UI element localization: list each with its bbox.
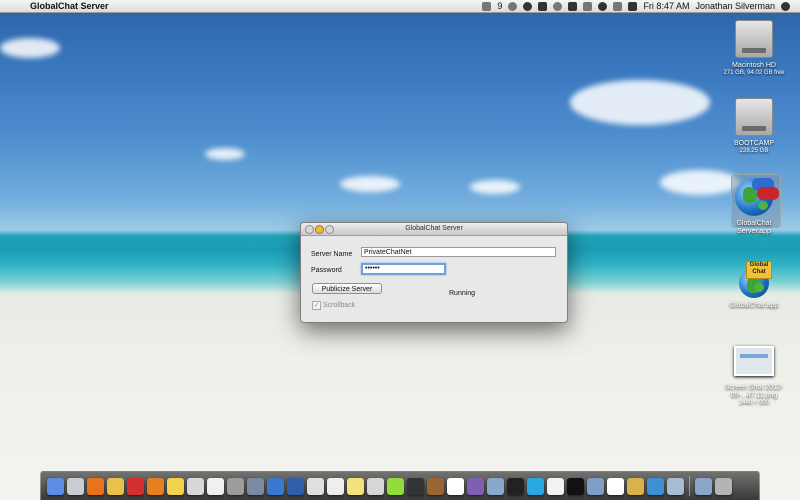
- status-icon[interactable]: [482, 1, 492, 11]
- folder2-icon[interactable]: [667, 477, 684, 495]
- dropbox-icon[interactable]: [523, 1, 533, 11]
- desktop-item-label: BOOTCAMP: [733, 140, 775, 147]
- close-button[interactable]: [305, 225, 314, 234]
- terminal-icon[interactable]: [567, 477, 584, 495]
- gear-icon[interactable]: [227, 477, 244, 495]
- dock: [40, 471, 760, 500]
- chrome-icon[interactable]: [107, 477, 124, 495]
- desktop-item-bootcamp[interactable]: BOOTCAMP 228.25 GB: [709, 98, 799, 155]
- badge-count[interactable]: 9: [497, 0, 502, 12]
- activity-icon[interactable]: [607, 477, 624, 495]
- scrollback-checkbox-row[interactable]: ✓ Scrollback: [312, 301, 355, 310]
- publicize-server-button[interactable]: Publicize Server: [312, 283, 382, 294]
- server-name-label: Server Name: [311, 251, 353, 258]
- cloud: [205, 148, 245, 160]
- menu-extras: 9 Fri 8:47 AM Jonathan Silverman: [482, 0, 790, 12]
- clock[interactable]: Fri 8:47 AM: [643, 0, 689, 12]
- desktop-item-sub: 1440 × 900: [738, 400, 770, 406]
- bluetooth-icon[interactable]: [583, 1, 593, 11]
- s-app-icon[interactable]: [127, 477, 144, 495]
- game-icon[interactable]: [427, 477, 444, 495]
- folder-icon[interactable]: [247, 477, 264, 495]
- desktop-item-label: Screen Shot 2012-09-...47.11.png: [724, 384, 784, 399]
- globe2-icon[interactable]: [647, 477, 664, 495]
- desktop-item-label: GlobalChat Server.app: [736, 220, 772, 235]
- server-name-field[interactable]: PrivateChatNet: [361, 247, 556, 257]
- boxes-icon[interactable]: [187, 477, 204, 495]
- downloads-icon[interactable]: [695, 477, 712, 495]
- sync-icon[interactable]: [508, 1, 518, 11]
- window-title: GlobalChat Server: [405, 225, 463, 232]
- scrollback-label: Scrollback: [323, 302, 356, 309]
- hard-drive-icon: [735, 20, 773, 58]
- cloud: [340, 176, 400, 192]
- pencil-icon[interactable]: [587, 477, 604, 495]
- ball-icon[interactable]: [547, 477, 564, 495]
- cat-icon[interactable]: [407, 477, 424, 495]
- time-machine-icon[interactable]: [553, 1, 563, 11]
- textedit-icon[interactable]: [307, 477, 324, 495]
- calendar-icon[interactable]: [447, 477, 464, 495]
- list-icon[interactable]: [327, 477, 344, 495]
- cloud: [0, 38, 60, 58]
- display-icon[interactable]: [568, 1, 578, 11]
- cloud: [570, 80, 710, 125]
- server-status: Running: [449, 290, 476, 297]
- desktop: GlobalChat Server 9 Fri 8:47 AM Jonathan…: [0, 0, 800, 500]
- dvd-icon[interactable]: [507, 477, 524, 495]
- zoom-button[interactable]: [325, 225, 334, 234]
- rocket-icon[interactable]: [67, 477, 84, 495]
- desktop-item-screenshot[interactable]: Screen Shot 2012-09-...47.11.png 1440 × …: [709, 346, 799, 407]
- window-titlebar[interactable]: GlobalChat Server: [301, 223, 567, 236]
- skype-icon[interactable]: [527, 477, 544, 495]
- volume-icon[interactable]: [613, 1, 623, 11]
- globe-icon[interactable]: [267, 477, 284, 495]
- limechat-icon[interactable]: [387, 477, 404, 495]
- desktop-item-sub: 271 GB, 94.02 GB free: [723, 70, 785, 76]
- password-field[interactable]: ••••••: [361, 263, 446, 275]
- cloud: [470, 180, 520, 194]
- scrollback-checkbox[interactable]: ✓: [312, 301, 321, 310]
- wifi-icon[interactable]: [598, 1, 608, 11]
- globalchat-badge: Global Chat: [746, 261, 772, 279]
- user-name[interactable]: Jonathan Silverman: [695, 0, 775, 12]
- dock-separator: [689, 476, 690, 496]
- battery-icon[interactable]: [628, 1, 638, 11]
- desktop-item-macintosh-hd[interactable]: Macintosh HD 271 GB, 94.02 GB free: [709, 20, 799, 77]
- sync-icon[interactable]: [287, 477, 304, 495]
- minimize-button[interactable]: [315, 225, 324, 234]
- vlc-icon[interactable]: [147, 477, 164, 495]
- preview-icon[interactable]: [627, 477, 644, 495]
- notes-icon[interactable]: [347, 477, 364, 495]
- spotlight-icon[interactable]: [781, 1, 790, 11]
- globalchat-server-window: GlobalChat Server Server Name PrivateCha…: [300, 222, 568, 323]
- firefox-icon[interactable]: [87, 477, 104, 495]
- finder-icon[interactable]: [47, 477, 64, 495]
- password-label: Password: [311, 267, 342, 274]
- pd-icon[interactable]: [207, 477, 224, 495]
- trash-icon[interactable]: [715, 477, 732, 495]
- cloud-icon[interactable]: [538, 1, 548, 11]
- app-icon[interactable]: [487, 477, 504, 495]
- desktop-item-sub: 228.25 GB: [739, 148, 769, 154]
- photo-icon[interactable]: [467, 477, 484, 495]
- star-icon[interactable]: [167, 477, 184, 495]
- chat-bubble-icon: [757, 187, 779, 200]
- screenshot-icon: [734, 346, 774, 376]
- mail-icon[interactable]: [367, 477, 384, 495]
- hard-drive-icon: [735, 98, 773, 136]
- menu-bar: GlobalChat Server 9 Fri 8:47 AM Jonathan…: [0, 0, 800, 13]
- desktop-item-label: Macintosh HD: [732, 62, 776, 69]
- app-menu-name[interactable]: GlobalChat Server: [30, 0, 109, 12]
- desktop-item-label: GlobalChat.app: [729, 302, 779, 309]
